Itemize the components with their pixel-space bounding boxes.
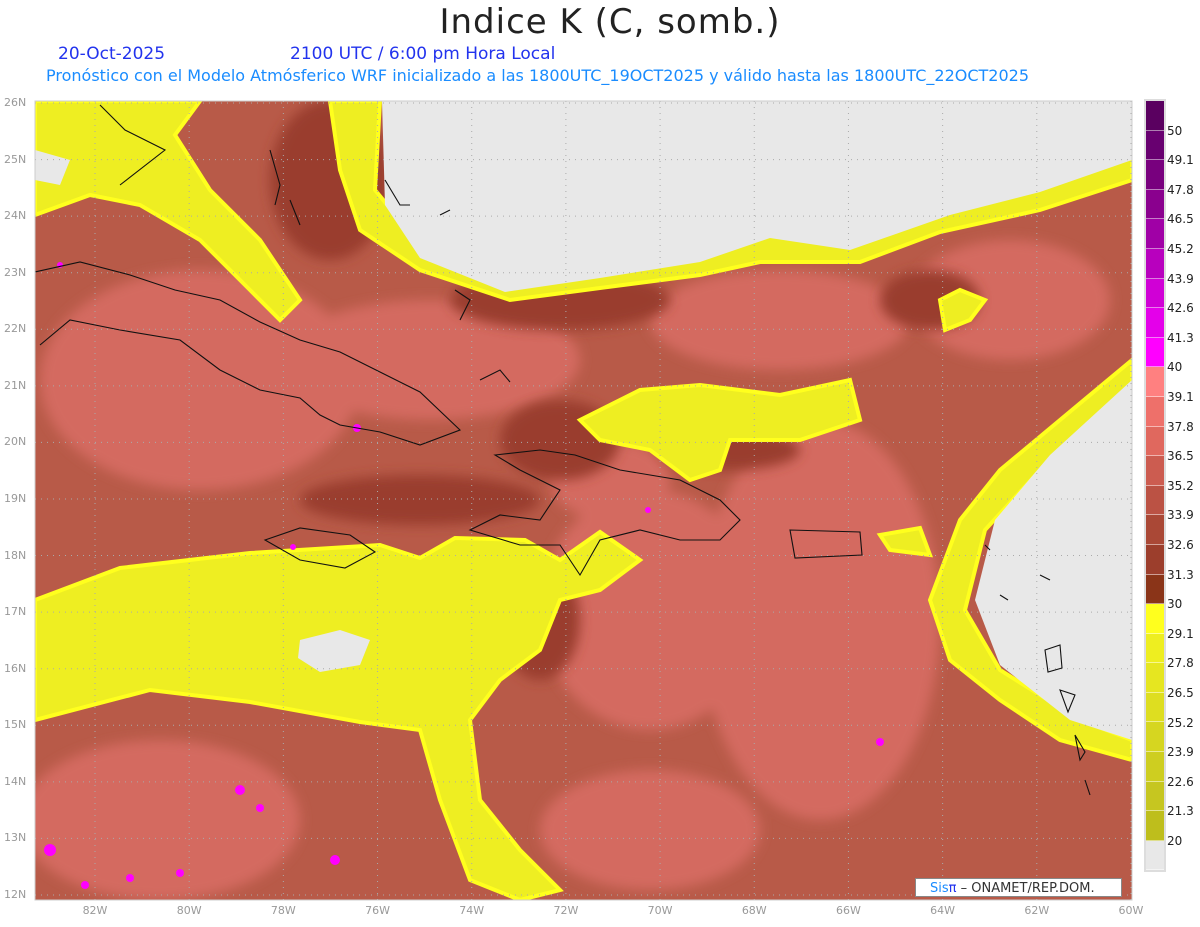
colorbar-segment [1146, 426, 1164, 457]
colorbar-segment [1146, 456, 1164, 486]
colorbar-label: 27.8 [1167, 656, 1194, 671]
lat-label: 19N [4, 491, 27, 505]
colorbar-label: 42.6 [1167, 301, 1194, 316]
colorbar-label: 31.3 [1167, 567, 1194, 582]
colorbar-label: 25.2 [1167, 715, 1194, 730]
colorbar-segment [1146, 219, 1164, 249]
colorbar-segment [1146, 248, 1164, 279]
lon-label: 62W [1024, 904, 1050, 917]
lat-label: 18N [4, 548, 27, 562]
lat-label: 17N [4, 605, 27, 619]
lon-label: 72W [553, 904, 579, 917]
colorbar-label: 41.3 [1167, 330, 1194, 345]
colorbar-segment [1146, 781, 1164, 812]
lon-label: 66W [836, 904, 861, 917]
lon-label: 60W [1118, 904, 1144, 917]
colorbar-label: 47.8 [1167, 182, 1194, 197]
colorbar [1144, 99, 1166, 873]
colorbar-label: 37.8 [1167, 419, 1194, 434]
colorbar-label: 26.5 [1167, 686, 1194, 700]
colorbar-label: 43.9 [1167, 271, 1194, 286]
lat-label: 15N [4, 718, 27, 732]
colorbar-segment [1146, 840, 1164, 871]
k-index-map [34, 100, 1133, 901]
colorbar-label: 30 [1167, 597, 1183, 612]
lon-label: 78W [270, 904, 296, 917]
lon-label: 68W [741, 904, 767, 917]
colorbar-label: 49.1 [1167, 153, 1194, 168]
lon-label: 64W [930, 904, 956, 917]
lat-label: 12N [4, 887, 27, 901]
colorbar-segment [1146, 515, 1164, 545]
colorbar-segment [1146, 604, 1164, 634]
colorbar-segment [1146, 337, 1164, 368]
colorbar-label: 33.9 [1167, 508, 1194, 523]
lon-label: 70W [647, 904, 673, 917]
colorbar-segment [1146, 574, 1164, 605]
lat-label: 24N [4, 209, 27, 223]
lon-label: 76W [365, 904, 390, 917]
colorbar-label: 36.5 [1167, 449, 1194, 464]
colorbar-label: 29.1 [1167, 626, 1194, 641]
lon-label: 80W [176, 904, 202, 917]
colorbar-label: 46.5 [1167, 212, 1194, 227]
colorbar-segment [1146, 160, 1164, 190]
credit-box: Sisπ – ONAMET/REP.DOM. [915, 878, 1122, 897]
lat-label: 25N [4, 152, 27, 166]
colorbar-segment [1146, 633, 1164, 664]
colorbar-segment [1146, 722, 1164, 753]
lat-label: 20N [4, 435, 27, 449]
colorbar-label: 20 [1167, 834, 1183, 848]
colorbar-label: 39.1 [1167, 390, 1194, 404]
colorbar-segment [1146, 396, 1164, 427]
colorbar-segment [1146, 692, 1164, 723]
colorbar-segment [1146, 544, 1164, 575]
lat-label: 16N [4, 661, 27, 675]
lat-label: 26N [4, 96, 27, 109]
lon-label: 82W [82, 904, 108, 917]
colorbar-label: 45.2 [1167, 242, 1194, 256]
colorbar-segment [1146, 485, 1164, 516]
colorbar-segment [1146, 130, 1164, 161]
colorbar-segment [1146, 278, 1164, 309]
lon-label: 74W [459, 904, 485, 917]
colorbar-label: 32.6 [1167, 538, 1194, 552]
colorbar-label: 50 [1167, 123, 1183, 138]
colorbar-segment [1146, 367, 1164, 397]
credit-text: – ONAMET/REP.DOM. [956, 881, 1095, 896]
colorbar-label: 35.2 [1167, 478, 1194, 493]
colorbar-segment [1146, 663, 1164, 693]
credit-sis: Sis [930, 881, 949, 896]
colorbar-segment [1146, 189, 1164, 220]
lat-label: 21N [4, 378, 27, 392]
colorbar-segment [1146, 811, 1164, 841]
lat-label: 13N [4, 831, 27, 845]
colorbar-label: 40 [1167, 360, 1183, 375]
colorbar-label: 21.3 [1167, 804, 1194, 819]
lat-label: 23N [4, 265, 27, 279]
colorbar-label: 22.6 [1167, 774, 1194, 789]
lat-label: 14N [4, 774, 27, 788]
colorbar-segment [1146, 308, 1164, 338]
colorbar-segment [1146, 101, 1164, 131]
lat-label: 22N [4, 322, 27, 336]
colorbar-segment [1146, 752, 1164, 782]
colorbar-label: 23.9 [1167, 745, 1194, 760]
